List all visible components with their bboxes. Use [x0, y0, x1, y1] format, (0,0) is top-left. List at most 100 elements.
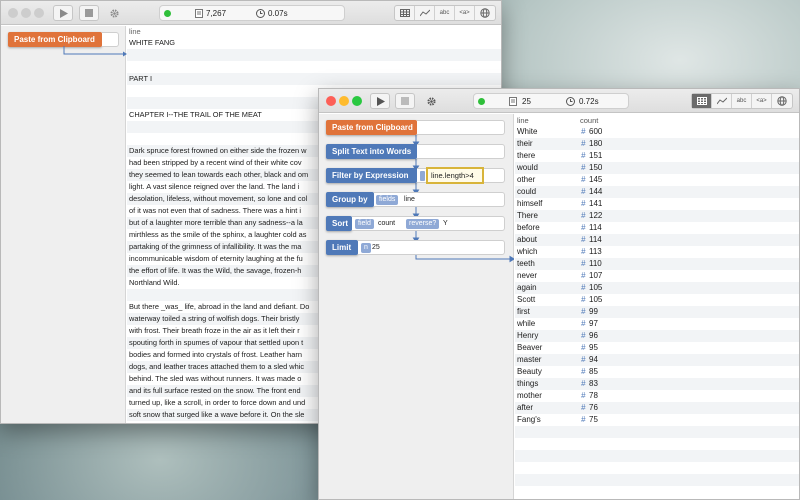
text-line[interactable]: [129, 49, 325, 61]
table-row[interactable]: never #107: [515, 270, 799, 282]
text-line[interactable]: turned up, like a scroll, in order to fo…: [129, 397, 325, 409]
text-line[interactable]: had been stripped by a recent wind of th…: [129, 157, 325, 169]
text-line[interactable]: [129, 133, 325, 145]
text-line[interactable]: [129, 61, 325, 73]
text-line[interactable]: spouting forth in spumes of vapour that …: [129, 337, 325, 349]
run-button[interactable]: [53, 5, 73, 21]
sort-field-value[interactable]: count: [378, 219, 395, 229]
text-line[interactable]: Dark spruce forest frowned on either sid…: [129, 145, 325, 157]
text-line[interactable]: behind. The sled was without runners. It…: [129, 373, 325, 385]
table-row[interactable]: Scott #105: [515, 294, 799, 306]
table-row[interactable]: Beaver #95: [515, 342, 799, 354]
table-row[interactable]: which #113: [515, 246, 799, 258]
front-window-titlebar[interactable]: 25 0.72s abc <a>: [319, 89, 799, 113]
table-row[interactable]: while #97: [515, 318, 799, 330]
settings-button[interactable]: [104, 5, 124, 21]
group-fields-pill[interactable]: fields: [376, 195, 399, 205]
minimize-button[interactable]: [21, 8, 31, 18]
table-row[interactable]: mother #78: [515, 390, 799, 402]
table-row[interactable]: again #105: [515, 282, 799, 294]
table-row[interactable]: about #114: [515, 234, 799, 246]
text-line[interactable]: [129, 121, 325, 133]
text-line[interactable]: [129, 289, 325, 301]
filter-by-expression-node[interactable]: Filter by Expression: [326, 168, 417, 183]
table-row[interactable]: Henry #96: [515, 330, 799, 342]
text-line[interactable]: the effort of life. It was the Wild, the…: [129, 265, 325, 277]
table-row[interactable]: teeth #110: [515, 258, 799, 270]
sort-reverse-value[interactable]: Y: [443, 219, 448, 229]
table-row[interactable]: could #144: [515, 186, 799, 198]
run-button[interactable]: [370, 93, 390, 109]
text-line[interactable]: [129, 85, 325, 97]
zoom-button[interactable]: [352, 96, 362, 106]
chart-view-tab[interactable]: [712, 94, 732, 108]
table-row[interactable]: after #76: [515, 402, 799, 414]
text-line[interactable]: they seemed to lean towards each other, …: [129, 169, 325, 181]
text-line[interactable]: dogs, and leather traces attached them t…: [129, 361, 325, 373]
text-line[interactable]: WHITE FANG: [129, 37, 325, 49]
text-line[interactable]: CHAPTER I--THE TRAIL OF THE MEAT: [129, 109, 325, 121]
zoom-button[interactable]: [34, 8, 44, 18]
view-switcher[interactable]: abc <a>: [691, 93, 793, 109]
pipeline-pane[interactable]: Paste from Clipboard Split Text into Wor…: [319, 114, 514, 499]
text-line[interactable]: but of a laughter more terrible than any…: [129, 217, 325, 229]
text-line[interactable]: But there _was_ life, abroad in the land…: [129, 301, 325, 313]
sort-field-pill[interactable]: field: [355, 219, 374, 229]
text-line[interactable]: light. A vast silence reigned over the l…: [129, 181, 325, 193]
table-row[interactable]: before #114: [515, 222, 799, 234]
table-row[interactable]: things #83: [515, 378, 799, 390]
web-view-tab[interactable]: [772, 94, 792, 108]
group-fields-value[interactable]: line: [404, 195, 415, 205]
close-button[interactable]: [326, 96, 336, 106]
text-line[interactable]: partaking of the grimness of infallibili…: [129, 241, 325, 253]
minimize-button[interactable]: [339, 96, 349, 106]
text-line[interactable]: soft snow that surged like a wave before…: [129, 409, 325, 421]
stop-button[interactable]: [79, 5, 99, 21]
text-line[interactable]: waterway toiled a string of wolfish dogs…: [129, 313, 325, 325]
text-line[interactable]: lashed, was a long and narrow oblong box…: [129, 421, 325, 423]
table-row[interactable]: master #94: [515, 354, 799, 366]
stop-button[interactable]: [395, 93, 415, 109]
text-line[interactable]: and its full surface rested on the snow.…: [129, 385, 325, 397]
split-text-node[interactable]: Split Text into Words: [326, 144, 417, 159]
text-line[interactable]: incommunicable wisdom of eternity laughi…: [129, 253, 325, 265]
close-button[interactable]: [8, 8, 18, 18]
settings-button[interactable]: [421, 93, 441, 109]
limit-node[interactable]: Limit: [326, 240, 358, 255]
text-line[interactable]: desolation, lifeless, without movement, …: [129, 193, 325, 205]
view-switcher[interactable]: abc <a>: [394, 5, 496, 21]
text-line[interactable]: bodies and formed into crystals of frost…: [129, 349, 325, 361]
table-view-tab[interactable]: [395, 6, 415, 20]
column-header-line[interactable]: line: [517, 116, 529, 125]
pipeline-pane[interactable]: Paste from Clipboard: [1, 26, 127, 423]
table-row[interactable]: There #122: [515, 210, 799, 222]
group-by-node[interactable]: Group by: [326, 192, 374, 207]
table-row[interactable]: Beauty #85: [515, 366, 799, 378]
text-line[interactable]: PART I: [129, 73, 325, 85]
table-row[interactable]: Fang's #75: [515, 414, 799, 426]
html-view-tab[interactable]: <a>: [455, 6, 475, 20]
table-row[interactable]: himself #141: [515, 198, 799, 210]
back-window-titlebar[interactable]: 7,267 0.07s abc <a>: [1, 1, 501, 25]
filter-expression-input[interactable]: line.length>4: [426, 167, 484, 184]
text-view-tab[interactable]: abc: [435, 6, 455, 20]
sort-node[interactable]: Sort: [326, 216, 352, 231]
table-row[interactable]: first #99: [515, 306, 799, 318]
column-header-count[interactable]: count: [580, 116, 598, 125]
text-line[interactable]: Northland Wild.: [129, 277, 325, 289]
limit-n-value[interactable]: 25: [372, 243, 380, 253]
paste-from-clipboard-node[interactable]: Paste from Clipboard: [8, 32, 102, 47]
table-view-tab[interactable]: [692, 94, 712, 108]
text-line[interactable]: of it was not even that of sadness. Ther…: [129, 205, 325, 217]
web-view-tab[interactable]: [475, 6, 495, 20]
text-line[interactable]: with frost. Their breath froze in the ai…: [129, 325, 325, 337]
table-row[interactable]: would #150: [515, 162, 799, 174]
text-view-tab[interactable]: abc: [732, 94, 752, 108]
paste-from-clipboard-node[interactable]: Paste from Clipboard: [326, 120, 417, 135]
sort-reverse-pill[interactable]: reverse?: [406, 219, 440, 229]
limit-n-pill[interactable]: n: [361, 243, 371, 253]
table-row[interactable]: there #151: [515, 150, 799, 162]
table-row[interactable]: their #180: [515, 138, 799, 150]
table-row[interactable]: other #145: [515, 174, 799, 186]
text-line[interactable]: [129, 97, 325, 109]
